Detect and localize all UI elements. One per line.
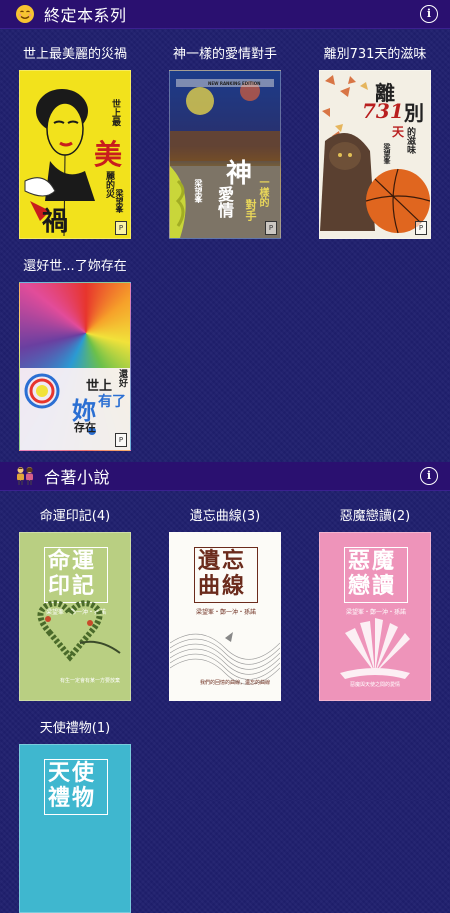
cover-title-word: 存在	[74, 421, 96, 434]
book-cover[interactable]: 遺忘曲線 梁望峯・鄭一沖・孫諾 我們的回憶的曲線，遺忘的曲線	[169, 532, 281, 701]
cover-title-number: 731	[362, 99, 404, 123]
publisher-logo: P	[415, 221, 427, 235]
book-title: 遺忘曲線(3)	[189, 509, 261, 524]
book-cover[interactable]: NEW RANKING EDITION 神 一樣的 愛情 對手 梁望峯 P	[169, 70, 281, 239]
info-icon[interactable]: i	[420, 5, 438, 23]
book-card-5[interactable]: 命運印記(4) 命運印記 梁望峯・鄭一沖・孫諾 有生一定會有某一方要放棄	[10, 508, 140, 701]
publisher-logo: P	[115, 433, 127, 447]
section-title: 合著小說	[44, 468, 111, 487]
cover-small-text: 世上最	[110, 99, 120, 126]
book-title: 離別731天的滋味	[323, 47, 427, 62]
cover-banner: NEW RANKING EDITION	[208, 81, 261, 86]
cover-blurb: 惡魔與天使之間的愛情	[350, 682, 401, 688]
cover-title-char: 別	[404, 101, 424, 125]
publisher-logo: P	[265, 221, 277, 235]
cover-author: 梁望峯	[383, 143, 392, 164]
cover-title-word: 愛情	[215, 186, 234, 218]
couple-icon	[14, 465, 36, 487]
book-title: 天使禮物(1)	[39, 721, 111, 736]
book-title: 命運印記(4)	[39, 509, 111, 524]
book-card-4[interactable]: 還好世...了妳存在 還好 世上 妳 有了 存在 P	[10, 258, 140, 451]
book-cover[interactable]: 惡魔戀讀 梁望峯・鄭一沖・孫諾 惡魔與天使之間的愛情	[319, 532, 431, 701]
cover-author: 梁望峯	[115, 189, 125, 213]
smiling-face-icon	[14, 3, 36, 25]
cover-title-char: 神	[226, 159, 253, 189]
book-title: 惡魔戀讀(2)	[339, 509, 411, 524]
book-title: 世上最美麗的災禍	[22, 47, 127, 62]
cover-blurb: 有生一定會有某一方要放棄	[60, 678, 121, 684]
cover-title: 天使禮物	[48, 760, 97, 811]
book-cover[interactable]: 天使禮物	[19, 744, 131, 913]
book-card-6[interactable]: 遺忘曲線(3) 遺忘曲線 梁望峯・鄭一沖・孫諾 我們的回憶的曲線，遺忘的曲線	[160, 508, 290, 701]
book-title: 還好世...了妳存在	[23, 259, 127, 274]
cover-blurb: 我們的回憶的曲線，遺忘的曲線	[200, 680, 271, 686]
book-cover[interactable]: 離 731 別 天 的滋味 梁望峯 P	[319, 70, 431, 239]
book-title: 神一樣的愛情對手	[172, 47, 277, 62]
cover-author: 梁望峯	[194, 179, 204, 203]
book-card-3[interactable]: 離別731天的滋味 離 731 別 天 的滋味 梁望峯 P	[310, 46, 440, 239]
cover-title-small: 的滋味	[405, 127, 415, 154]
book-cover[interactable]: 世上最 美 麗的災 禍 梁望峯 P	[19, 70, 131, 239]
info-icon[interactable]: i	[420, 467, 438, 485]
section-title: 終定本系列	[44, 6, 127, 25]
book-cover[interactable]: 還好 世上 妳 有了 存在 P	[19, 282, 131, 451]
section-header-final-edition: 終定本系列 i	[0, 0, 450, 29]
book-cover[interactable]: 命運印記 梁望峯・鄭一沖・孫諾 有生一定會有某一方要放棄	[19, 532, 131, 701]
book-card-1[interactable]: 世上最美麗的災禍 世上最 美 麗的災 禍 梁望峯 P	[10, 46, 140, 239]
book-card-2[interactable]: 神一樣的愛情對手 NEW RANKING EDITION 神 一樣的 愛情 對手…	[160, 46, 290, 239]
cover-title-char: 禍	[42, 207, 69, 237]
book-card-8[interactable]: 天使禮物(1) 天使禮物	[10, 720, 140, 913]
cover-title-char: 美	[93, 138, 122, 171]
cover-title-word: 有了	[98, 394, 126, 410]
section-header-coauthored: 合著小說 i	[0, 462, 450, 491]
publisher-logo: P	[115, 221, 127, 235]
cover-title-word: 還好	[117, 369, 127, 387]
cover-title-small: 對手	[244, 199, 257, 221]
cover-title-char: 天	[392, 125, 405, 139]
book-card-7[interactable]: 惡魔戀讀(2) 惡魔戀讀 梁望峯・鄭一沖・孫諾 惡魔與天使之間的愛情	[310, 508, 440, 701]
